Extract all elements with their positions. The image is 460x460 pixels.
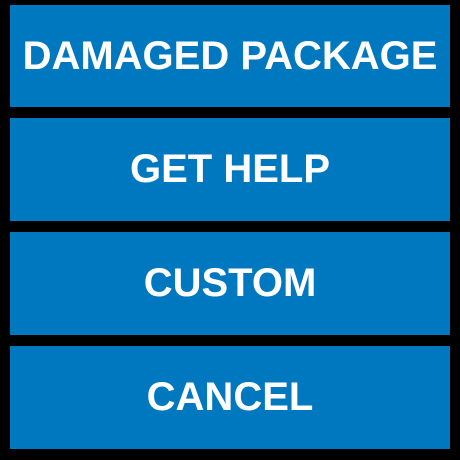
option-menu: DAMAGED PACKAGE GET HELP CUSTOM CANCEL — [0, 0, 460, 460]
get-help-button[interactable]: GET HELP — [10, 118, 450, 221]
damaged-package-button[interactable]: DAMAGED PACKAGE — [10, 5, 450, 107]
cancel-button[interactable]: CANCEL — [10, 346, 450, 449]
custom-button[interactable]: CUSTOM — [10, 232, 450, 335]
